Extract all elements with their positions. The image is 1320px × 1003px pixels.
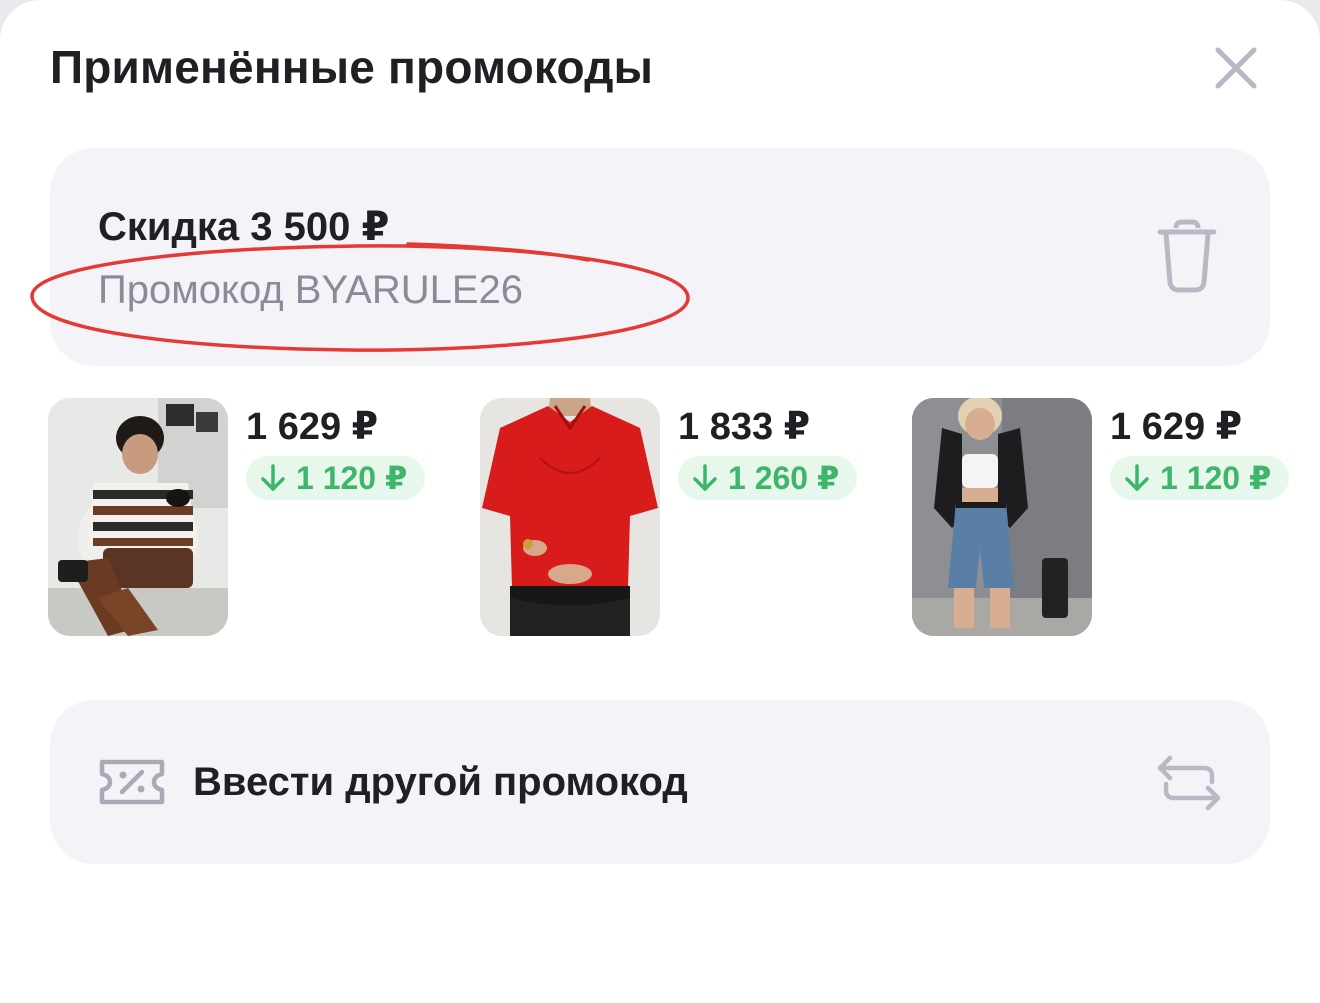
applied-promo-card: Скидка 3 500 ₽ Промокод BYARULE26 [50, 148, 1270, 366]
delete-promo-button[interactable] [1152, 218, 1222, 294]
arrow-down-icon [693, 464, 717, 491]
enter-other-promo-button[interactable]: Ввести другой промокод [50, 700, 1270, 864]
product-price: 1 629 ₽ [246, 406, 379, 448]
trash-icon [1157, 219, 1217, 293]
product-item[interactable]: 1 629 ₽ 1 120 ₽ [48, 398, 438, 638]
product-photo-red-blouse[interactable] [480, 398, 660, 636]
swap-icon [1157, 755, 1221, 811]
product-photo-striped-polo[interactable] [48, 398, 228, 636]
product-price: 1 833 ₽ [678, 406, 811, 448]
arrow-down-icon [1125, 464, 1149, 491]
discount-value: 1 260 ₽ [728, 460, 840, 496]
product-photo-denim-shorts[interactable] [912, 398, 1092, 636]
discount-value: 1 120 ₽ [1160, 460, 1272, 496]
promo-code-label: Промокод BYARULE26 [98, 268, 524, 312]
coupon-icon [99, 759, 165, 805]
arrow-down-icon [261, 464, 285, 491]
discount-value: 1 120 ₽ [296, 460, 408, 496]
page-title: Применённые промокоды [50, 41, 654, 93]
product-item[interactable]: 1 629 ₽ 1 120 ₽ [912, 398, 1302, 638]
close-icon [1215, 47, 1257, 89]
product-item[interactable]: 1 833 ₽ 1 260 ₽ [480, 398, 870, 638]
discount-badge: 1 120 ₽ [246, 456, 426, 500]
discount-badge: 1 260 ₽ [678, 456, 858, 500]
discount-badge: 1 120 ₽ [1110, 456, 1290, 500]
discount-amount: Скидка 3 500 ₽ [98, 205, 390, 249]
product-price: 1 629 ₽ [1110, 406, 1243, 448]
close-button[interactable] [1206, 40, 1266, 100]
enter-other-promo-label: Ввести другой промокод [193, 760, 688, 804]
promo-sheet: Применённые промокоды Скидка 3 500 ₽ Про… [0, 0, 1320, 1003]
